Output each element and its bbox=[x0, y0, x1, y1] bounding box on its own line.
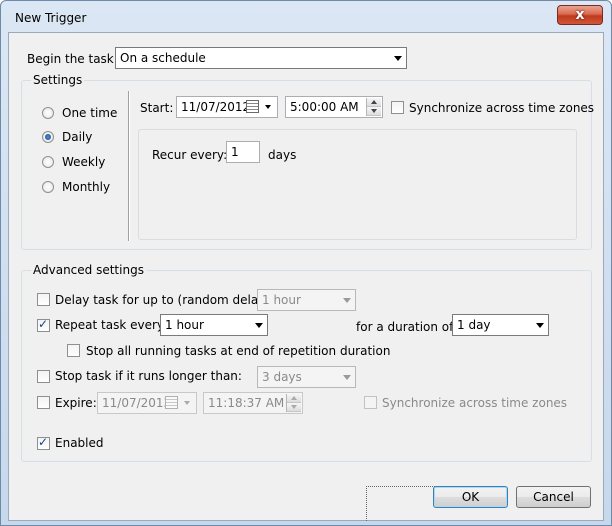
radio-monthly-label[interactable]: Monthly bbox=[62, 180, 110, 194]
duration-value: 1 day bbox=[457, 318, 491, 332]
enabled-checkbox[interactable] bbox=[37, 435, 50, 450]
chevron-down-icon bbox=[343, 375, 351, 380]
close-button[interactable]: x bbox=[557, 5, 603, 25]
sync-timezones-checkbox[interactable] bbox=[391, 101, 404, 114]
expire-time-spinner[interactable] bbox=[286, 394, 301, 412]
chevron-down-icon bbox=[536, 323, 544, 328]
chevron-down-icon[interactable] bbox=[265, 105, 271, 109]
radio-one-time-label[interactable]: One time bbox=[62, 106, 117, 120]
start-label: Start: bbox=[140, 101, 174, 115]
start-date-picker[interactable]: 11/07/2012 bbox=[176, 96, 278, 118]
begin-task-value: On a schedule bbox=[120, 51, 206, 65]
duration-select[interactable]: 1 day bbox=[452, 314, 549, 336]
recur-every-value: 1 bbox=[231, 145, 239, 159]
delay-select[interactable]: 1 hour bbox=[257, 289, 356, 311]
delay-label[interactable]: Delay task for up to (random delay): bbox=[55, 293, 274, 307]
stop-long-select[interactable]: 3 days bbox=[257, 366, 356, 388]
expire-sync-checkbox[interactable] bbox=[364, 396, 377, 409]
spin-up-icon[interactable] bbox=[367, 98, 381, 107]
title-bar: New Trigger x bbox=[1, 1, 611, 35]
chevron-down-icon[interactable] bbox=[184, 401, 190, 405]
cancel-button[interactable]: Cancel bbox=[516, 486, 591, 508]
expire-sync-label[interactable]: Synchronize across time zones bbox=[382, 396, 567, 410]
vertical-divider bbox=[128, 91, 130, 241]
expire-checkbox[interactable] bbox=[37, 396, 50, 409]
duration-label: for a duration of: bbox=[356, 320, 457, 334]
expire-time-value: 11:18:37 AM bbox=[208, 396, 285, 410]
radio-weekly-label[interactable]: Weekly bbox=[62, 155, 105, 169]
repeat-interval-select[interactable]: 1 hour bbox=[160, 314, 268, 336]
start-date-value: 11/07/2012 bbox=[181, 100, 251, 114]
window-title: New Trigger bbox=[15, 11, 87, 25]
start-time-spinner[interactable] bbox=[366, 98, 381, 116]
chevron-down-icon bbox=[394, 56, 402, 61]
radio-monthly[interactable] bbox=[42, 181, 54, 193]
stop-long-checkbox[interactable] bbox=[37, 370, 50, 383]
expire-date-value: 11/07/2013 bbox=[102, 396, 172, 410]
radio-one-time[interactable] bbox=[42, 107, 54, 119]
repeat-checkbox[interactable] bbox=[37, 317, 50, 332]
close-icon: x bbox=[575, 7, 585, 23]
stop-long-label[interactable]: Stop task if it runs longer than: bbox=[55, 369, 242, 383]
begin-task-select[interactable]: On a schedule bbox=[115, 47, 407, 69]
recur-every-label: Recur every: bbox=[152, 148, 228, 162]
delay-value: 1 hour bbox=[262, 293, 301, 307]
radio-daily[interactable] bbox=[42, 131, 54, 143]
recur-panel bbox=[138, 129, 577, 240]
radio-daily-label[interactable]: Daily bbox=[62, 130, 92, 144]
stop-all-checkbox[interactable] bbox=[67, 344, 80, 357]
expire-label[interactable]: Expire: bbox=[55, 396, 97, 410]
sync-timezones-label[interactable]: Synchronize across time zones bbox=[409, 101, 594, 115]
stop-all-label[interactable]: Stop all running tasks at end of repetit… bbox=[86, 344, 390, 358]
new-trigger-dialog: New Trigger x Begin the task: On a sched… bbox=[0, 0, 612, 526]
settings-legend: Settings bbox=[31, 73, 85, 87]
spin-up-icon[interactable] bbox=[287, 394, 301, 403]
begin-task-label: Begin the task: bbox=[27, 52, 118, 66]
delay-checkbox[interactable] bbox=[37, 293, 50, 306]
stop-long-value: 3 days bbox=[262, 370, 302, 384]
start-time-input[interactable]: 5:00:00 AM bbox=[285, 96, 383, 118]
expire-time-input[interactable]: 11:18:37 AM bbox=[203, 392, 303, 414]
recur-unit-label: days bbox=[268, 148, 297, 162]
calendar-icon[interactable] bbox=[246, 100, 259, 113]
repeat-label[interactable]: Repeat task every: bbox=[55, 318, 167, 332]
spin-down-icon[interactable] bbox=[367, 107, 381, 116]
dialog-body: Begin the task: On a schedule Settings O… bbox=[8, 32, 604, 521]
repeat-interval-value: 1 hour bbox=[165, 318, 204, 332]
chevron-down-icon bbox=[343, 298, 351, 303]
ok-button[interactable]: OK bbox=[433, 486, 508, 508]
chevron-down-icon bbox=[255, 323, 263, 328]
recur-every-input[interactable]: 1 bbox=[226, 141, 260, 163]
start-time-value: 5:00:00 AM bbox=[290, 100, 359, 114]
radio-weekly[interactable] bbox=[42, 156, 54, 168]
expire-date-picker[interactable]: 11/07/2013 bbox=[97, 392, 197, 414]
calendar-icon[interactable] bbox=[165, 396, 178, 409]
spin-down-icon[interactable] bbox=[287, 403, 301, 412]
enabled-label[interactable]: Enabled bbox=[55, 436, 104, 450]
advanced-settings-legend: Advanced settings bbox=[31, 263, 146, 277]
